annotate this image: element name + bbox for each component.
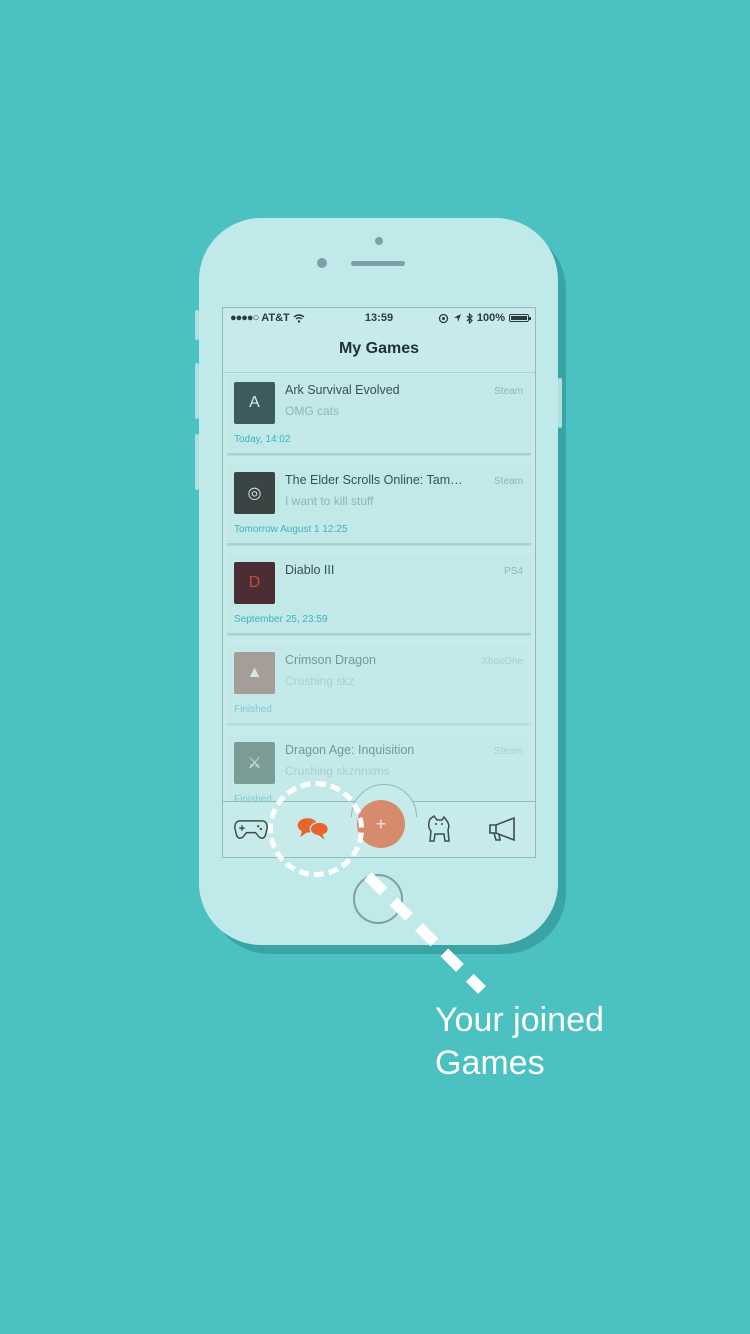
- game-thumbnail: ▲: [234, 652, 275, 694]
- location-icon: [453, 314, 461, 322]
- front-camera: [375, 237, 383, 245]
- game-thumbnail: D: [234, 562, 275, 604]
- game-subtitle: Crushing skz: [285, 674, 355, 688]
- callout-line-2: Games: [435, 1044, 545, 1082]
- game-platform: Steam: [494, 386, 523, 397]
- game-time: Tomorrow August 1 12:25: [234, 524, 348, 535]
- game-thumbnail: ◎: [234, 472, 275, 514]
- earpiece-speaker: [351, 261, 405, 266]
- game-platform: PS4: [504, 566, 523, 577]
- bluetooth-icon: [466, 312, 473, 324]
- sensor: [317, 258, 327, 268]
- status-right: 100%: [438, 312, 531, 324]
- game-thumbnail: ⚔: [234, 742, 275, 784]
- game-title: Ark Survival Evolved: [285, 383, 400, 397]
- rotation-lock-icon: [438, 313, 449, 323]
- power-button: [558, 378, 562, 428]
- highlight-ring: [268, 781, 364, 877]
- game-title: Dragon Age: Inquisition: [285, 743, 415, 757]
- mute-switch: [195, 310, 199, 340]
- dog-icon: [427, 814, 450, 842]
- game-thumbnail: A: [234, 382, 275, 424]
- game-platform: Steam: [494, 746, 523, 757]
- game-subtitle: OMG cats: [285, 404, 340, 418]
- game-platform: Steam: [494, 476, 523, 487]
- callout-text: Your joined Games: [435, 999, 604, 1085]
- game-card-elder-scrolls[interactable]: ◎ The Elder Scrolls Online: Tam… I want …: [227, 464, 531, 545]
- battery-icon: [509, 314, 531, 322]
- game-card-ark[interactable]: A Ark Survival Evolved OMG cats Steam To…: [227, 374, 531, 455]
- page-title: My Games: [338, 340, 420, 357]
- game-card-crimson-dragon[interactable]: ▲ Crimson Dragon Crushing skz XboxOne Fi…: [227, 644, 531, 725]
- game-time: Finished: [234, 704, 272, 715]
- game-platform: XboxOne: [481, 656, 523, 667]
- game-card-diablo[interactable]: D Diablo III PS4 September 25, 23:59: [227, 554, 531, 635]
- game-time: Today, 14:02: [234, 434, 291, 445]
- tab-games[interactable]: [233, 814, 269, 844]
- volume-down-button: [195, 434, 199, 490]
- game-time: September 25, 23:59: [234, 614, 328, 625]
- game-title: Crimson Dragon: [285, 653, 377, 667]
- tab-pets[interactable]: [421, 814, 457, 844]
- tab-announcements[interactable]: [485, 814, 521, 844]
- callout-line-1: Your joined: [435, 1001, 604, 1039]
- nav-divider: [223, 372, 535, 373]
- add-game-button[interactable]: +: [357, 800, 405, 848]
- home-button[interactable]: [353, 874, 403, 924]
- gamepad-icon: [234, 820, 268, 839]
- status-bar: ●●●●○ AT&T 13:59 100%: [223, 308, 535, 330]
- game-list: A Ark Survival Evolved OMG cats Steam To…: [227, 374, 531, 824]
- game-subtitle: Crushing skznnxms: [285, 764, 390, 778]
- megaphone-icon: [489, 816, 515, 842]
- game-title: The Elder Scrolls Online: Tam…: [285, 473, 463, 487]
- game-subtitle: I want to kill stuff: [285, 494, 374, 508]
- game-title: Diablo III: [285, 563, 335, 577]
- volume-up-button: [195, 363, 199, 419]
- battery-percent: 100%: [476, 312, 505, 324]
- phone-screen: ●●●●○ AT&T 13:59 100% My Games A Ark Sur…: [222, 307, 536, 858]
